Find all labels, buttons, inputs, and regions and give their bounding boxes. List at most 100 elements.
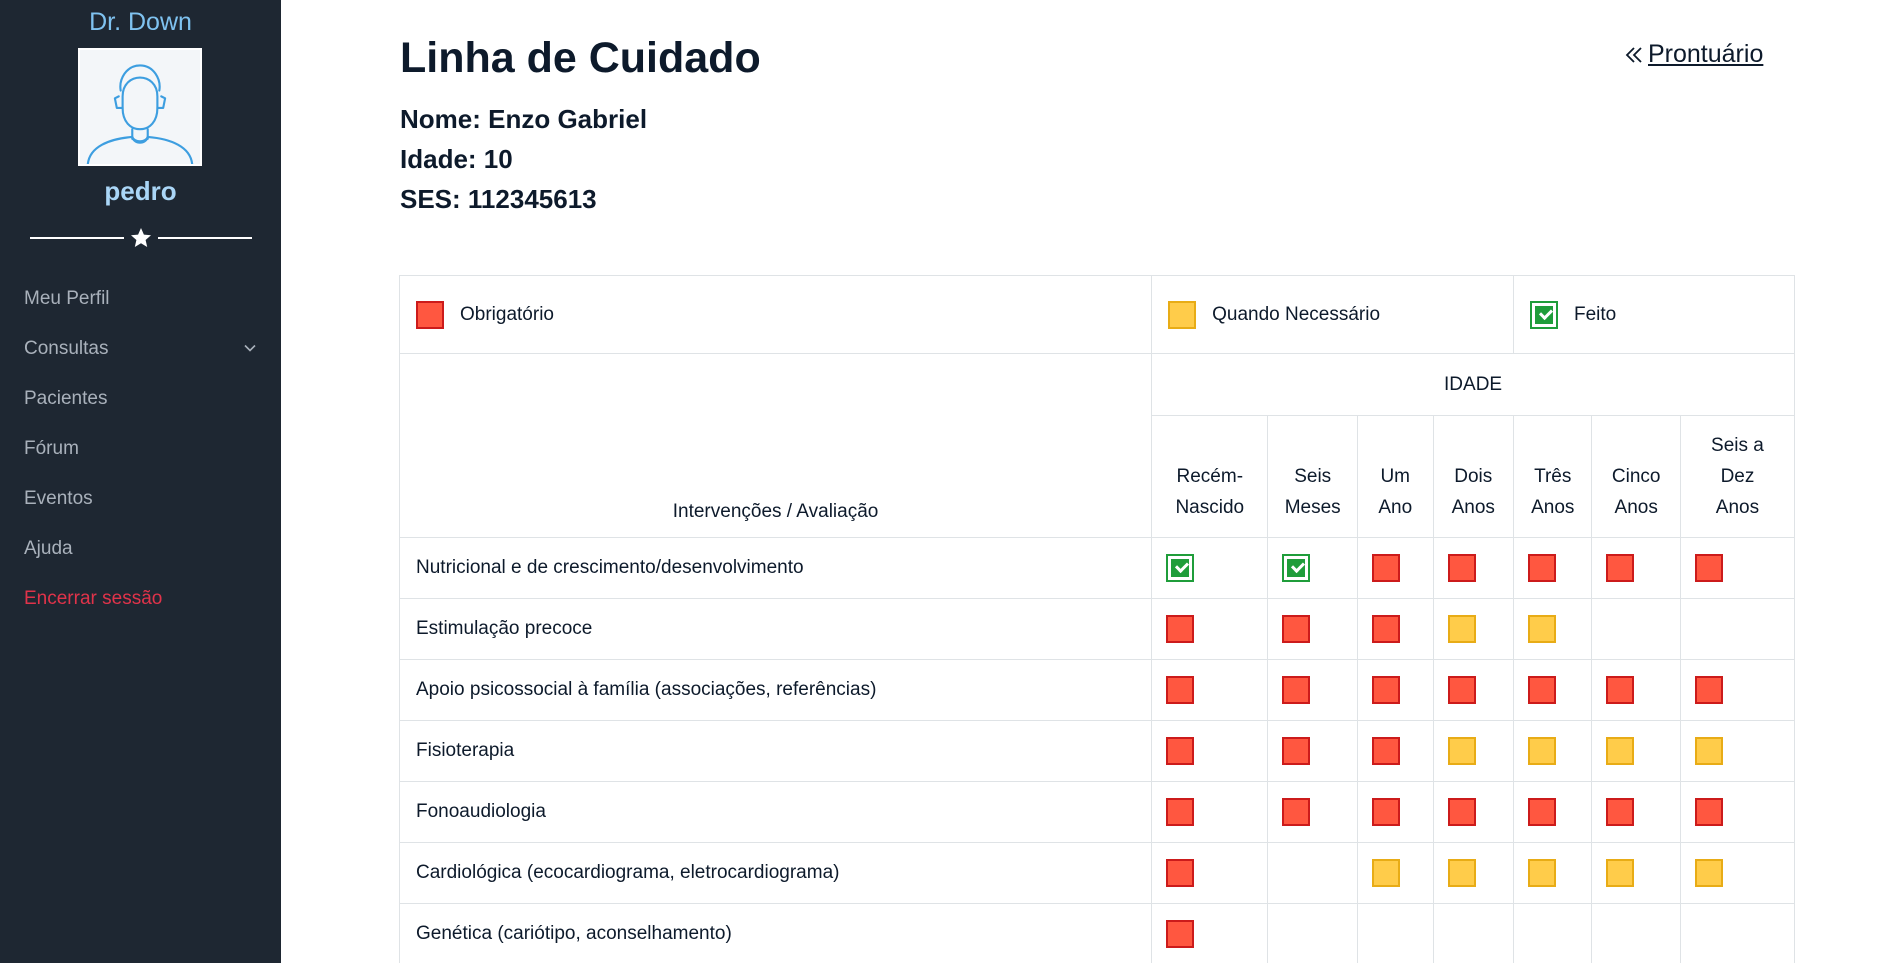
table-row: Apoio psicossocial à família (associaçõe… xyxy=(398,659,1796,721)
required-square-icon[interactable] xyxy=(1371,737,1400,765)
sidebar-item-label: Meu Perfil xyxy=(24,288,110,309)
status-cell xyxy=(1151,659,1269,721)
when-needed-square-icon[interactable] xyxy=(1447,737,1476,765)
status-cell xyxy=(1267,659,1358,721)
when-needed-square-icon[interactable] xyxy=(1527,615,1556,643)
checkmark-icon[interactable] xyxy=(1282,554,1311,582)
status-cell xyxy=(1432,720,1514,782)
age-header-line: Um xyxy=(1380,466,1411,487)
checkmark-icon xyxy=(1529,300,1558,329)
user-avatar-icon xyxy=(80,50,200,164)
age-header-line: Anos xyxy=(1451,497,1495,518)
status-cell xyxy=(1432,598,1514,660)
table-row: Genética (cariótipo, aconselhamento) xyxy=(398,903,1796,963)
required-square-icon[interactable] xyxy=(1166,676,1195,704)
sidebar-item-logout[interactable]: Encerrar sessão xyxy=(0,574,281,624)
status-cell xyxy=(1356,720,1434,782)
sidebar-item-meu-perfil[interactable]: Meu Perfil xyxy=(0,274,281,324)
required-square-icon[interactable] xyxy=(1166,737,1195,765)
sidebar-item-pacientes[interactable]: Pacientes xyxy=(0,374,281,424)
avatar[interactable] xyxy=(78,48,202,166)
age-header-line: Anos xyxy=(1531,497,1575,518)
required-square-icon[interactable] xyxy=(1527,676,1556,704)
intervention-label: Fisioterapia xyxy=(398,720,1153,782)
status-cell xyxy=(1267,781,1358,843)
intervention-label: Cardiológica (ecocardiograma, eletrocard… xyxy=(398,842,1153,904)
legend-done: Feito xyxy=(1512,275,1796,354)
status-cell xyxy=(1432,537,1514,599)
when-needed-square-icon[interactable] xyxy=(1606,737,1635,765)
age-column-header: Dois Anos xyxy=(1432,415,1514,538)
status-cell xyxy=(1151,598,1269,660)
status-cell xyxy=(1591,903,1681,963)
when-needed-square-icon[interactable] xyxy=(1371,859,1400,887)
checkmark-icon[interactable] xyxy=(1166,554,1195,582)
brand-title[interactable]: Dr. Down xyxy=(0,8,281,37)
sidebar-item-label: Ajuda xyxy=(24,538,73,559)
status-cell xyxy=(1591,842,1681,904)
sidebar-item-eventos[interactable]: Eventos xyxy=(0,474,281,524)
age-header-line: Meses xyxy=(1284,497,1341,518)
required-square-icon[interactable] xyxy=(1166,798,1195,826)
when-needed-square-icon[interactable] xyxy=(1606,859,1635,887)
legend-label: Quando Necessário xyxy=(1212,303,1381,325)
required-square-icon[interactable] xyxy=(1447,554,1476,582)
sidebar: Dr. Down pedro Meu Perfil Consultas Paci… xyxy=(0,0,281,963)
required-square-icon[interactable] xyxy=(1447,676,1476,704)
back-to-record-link[interactable]: Prontuário xyxy=(1624,40,1763,69)
when-needed-square-icon[interactable] xyxy=(1527,859,1556,887)
patient-name: Nome: Enzo Gabriel xyxy=(400,104,648,134)
legend-label: Obrigatório xyxy=(460,303,554,325)
status-cell xyxy=(1267,903,1358,963)
patient-ses: SES: 112345613 xyxy=(400,184,597,214)
interventions-header: Intervenções / Avaliação xyxy=(398,353,1153,538)
sidebar-item-consultas[interactable]: Consultas xyxy=(0,324,281,374)
required-square-icon[interactable] xyxy=(1371,615,1400,643)
age-column-header: Cinco Anos xyxy=(1591,415,1681,538)
age-header-line: Recém- xyxy=(1176,466,1244,487)
age-header-line: Nascido xyxy=(1175,497,1245,518)
required-square-icon[interactable] xyxy=(1166,615,1195,643)
required-square-icon[interactable] xyxy=(1606,798,1635,826)
required-square-icon[interactable] xyxy=(1166,859,1195,887)
double-chevron-left-icon xyxy=(1625,46,1642,63)
status-cell xyxy=(1512,537,1593,599)
status-cell xyxy=(1151,720,1269,782)
intervention-label: Apoio psicossocial à família (associaçõe… xyxy=(398,659,1153,721)
when-needed-square-icon[interactable] xyxy=(1694,859,1723,887)
required-square-icon[interactable] xyxy=(1694,554,1723,582)
required-square-icon[interactable] xyxy=(1371,554,1400,582)
required-square-icon[interactable] xyxy=(1694,798,1723,826)
status-cell xyxy=(1591,781,1681,843)
required-square-icon[interactable] xyxy=(1371,798,1400,826)
required-square-icon[interactable] xyxy=(1371,676,1400,704)
sidebar-item-label: Fórum xyxy=(24,438,79,459)
when-needed-square-icon[interactable] xyxy=(1527,737,1556,765)
status-cell xyxy=(1679,781,1796,843)
sidebar-item-forum[interactable]: Fórum xyxy=(0,424,281,474)
care-line-table: Obrigatório Quando Necessário Feito Inte… xyxy=(398,275,1796,963)
required-square-icon[interactable] xyxy=(1606,676,1635,704)
sidebar-item-label: Pacientes xyxy=(24,388,108,409)
chevron-down-icon[interactable] xyxy=(243,341,257,355)
required-square-icon[interactable] xyxy=(1282,676,1311,704)
age-column-header: Seis a Dez Anos xyxy=(1679,415,1796,538)
when-needed-square-icon[interactable] xyxy=(1447,615,1476,643)
required-square-icon[interactable] xyxy=(1166,920,1195,948)
required-square-icon[interactable] xyxy=(1527,798,1556,826)
required-square-icon[interactable] xyxy=(1282,615,1311,643)
required-square-icon[interactable] xyxy=(1282,737,1311,765)
status-cell xyxy=(1512,598,1593,660)
required-square-icon[interactable] xyxy=(1447,798,1476,826)
when-needed-square-icon[interactable] xyxy=(1447,859,1476,887)
required-square-icon[interactable] xyxy=(1282,798,1311,826)
required-square-icon[interactable] xyxy=(1606,554,1635,582)
when-needed-square-icon[interactable] xyxy=(1694,737,1723,765)
required-square-icon[interactable] xyxy=(1527,554,1556,582)
status-cell xyxy=(1267,537,1358,599)
sidebar-item-ajuda[interactable]: Ajuda xyxy=(0,524,281,574)
required-square-icon[interactable] xyxy=(1694,676,1723,704)
age-header-line: Dez xyxy=(1720,466,1755,487)
status-cell xyxy=(1512,720,1593,782)
status-cell xyxy=(1512,842,1593,904)
